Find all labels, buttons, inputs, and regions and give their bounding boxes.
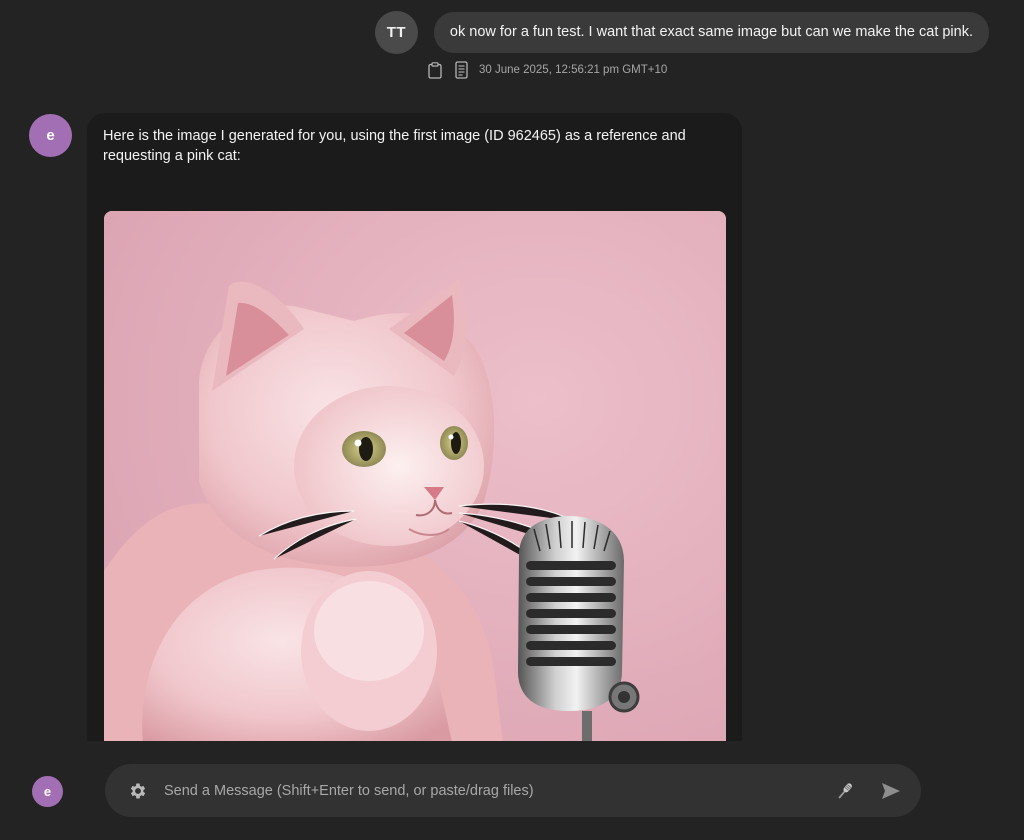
assistant-avatar: e [29,114,72,157]
microphone-icon[interactable] [832,778,858,804]
user-message-bubble: ok now for a fun test. I want that exact… [433,12,989,53]
message-composer [105,764,921,817]
message-input[interactable] [164,775,832,806]
pink-cat-illustration [104,211,726,741]
user-message-meta: 30 June 2025, 12:56:21 pm GMT+10 [427,60,667,80]
composer-avatar: e [32,776,63,807]
clipboard-icon[interactable] [427,60,443,80]
message-timestamp: 30 June 2025, 12:56:21 pm GMT+10 [479,64,668,76]
assistant-message-text: Here is the image I generated for you, u… [103,128,686,164]
document-info-icon[interactable] [453,60,469,80]
user-message-row: TT ok now for a fun test. I want that ex… [374,11,989,54]
chat-app: TT ok now for a fun test. I want that ex… [0,0,1024,840]
send-icon[interactable] [878,778,904,804]
user-avatar: TT [374,11,418,54]
gear-icon[interactable] [126,779,150,803]
generated-image[interactable] [104,211,726,741]
assistant-message-card: Here is the image I generated for you, u… [87,113,742,741]
